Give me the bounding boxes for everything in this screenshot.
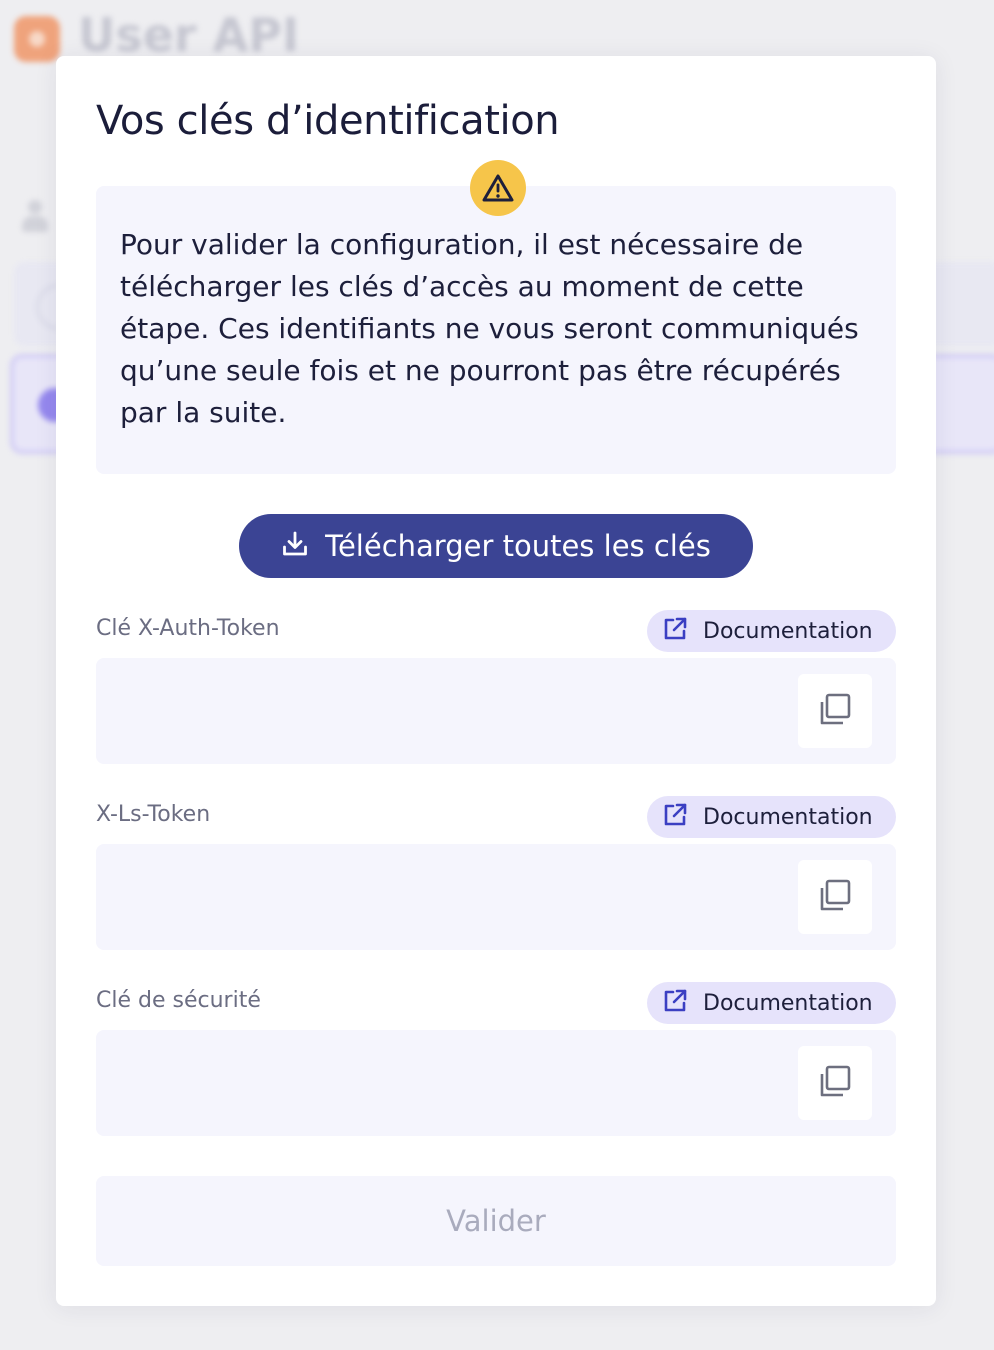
modal-title: Vos clés d’identification	[96, 98, 560, 144]
notice-text: Pour valider la configuration, il est né…	[120, 228, 859, 429]
copy-button[interactable]	[798, 1046, 872, 1120]
validate-button[interactable]: Valider	[96, 1176, 896, 1266]
credentials-modal: Vos clés d’identification Pour valider l…	[56, 56, 936, 1306]
field-label-x-auth-token: Clé X-Auth-Token	[96, 616, 280, 641]
copy-icon	[818, 1064, 852, 1102]
external-link-icon	[661, 987, 689, 1019]
download-all-keys-button[interactable]: Télécharger toutes les clés	[239, 514, 753, 578]
x-auth-token-field	[96, 658, 896, 764]
field-label-x-ls-token: X-Ls-Token	[96, 802, 211, 827]
x-ls-token-field	[96, 844, 896, 950]
documentation-link-x-auth-token[interactable]: Documentation	[647, 610, 896, 652]
copy-button[interactable]	[798, 674, 872, 748]
copy-button[interactable]	[798, 860, 872, 934]
copy-icon	[818, 692, 852, 730]
external-link-icon	[661, 801, 689, 833]
warning-icon	[470, 160, 526, 216]
security-key-field	[96, 1030, 896, 1136]
documentation-label: Documentation	[703, 990, 873, 1016]
documentation-link-security-key[interactable]: Documentation	[647, 982, 896, 1024]
warning-notice: Pour valider la configuration, il est né…	[96, 186, 896, 474]
copy-icon	[818, 878, 852, 916]
background-app-title: User API	[78, 8, 300, 62]
download-icon	[281, 530, 309, 562]
download-all-keys-label: Télécharger toutes les clés	[325, 529, 711, 563]
app-logo	[14, 16, 60, 62]
documentation-link-x-ls-token[interactable]: Documentation	[647, 796, 896, 838]
user-icon	[22, 200, 48, 234]
documentation-label: Documentation	[703, 804, 873, 830]
field-label-security-key: Clé de sécurité	[96, 988, 261, 1013]
documentation-label: Documentation	[703, 618, 873, 644]
external-link-icon	[661, 615, 689, 647]
